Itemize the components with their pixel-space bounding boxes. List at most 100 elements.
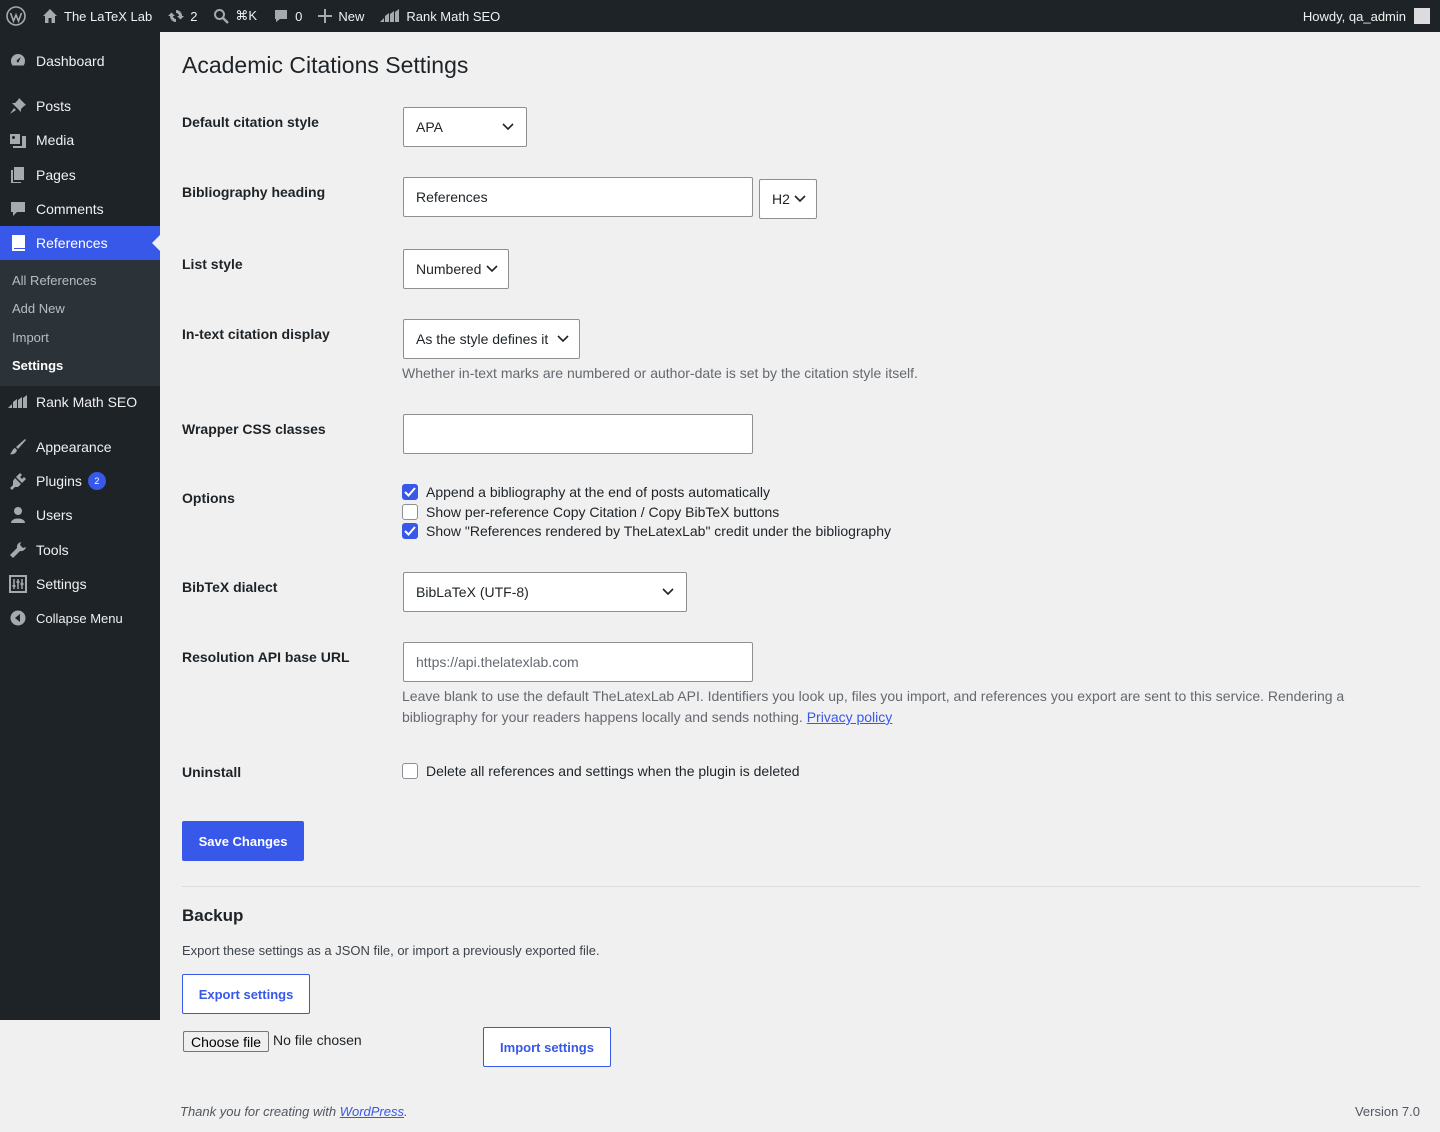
menu-label: Media [36,132,75,148]
checkbox-checked[interactable] [402,523,418,539]
options-label: Options [182,490,235,506]
menu-label: Dashboard [36,53,105,69]
my-account-link[interactable]: Howdy, qa_admin [1295,0,1440,32]
checkbox-checked[interactable] [402,484,418,500]
menu-item-plugins[interactable]: Plugins 2 [0,464,160,498]
comments-count: 0 [295,8,303,24]
save-changes-button[interactable]: Save Changes [182,821,304,861]
site-name-link[interactable]: The LaTeX Lab [34,0,160,32]
list-style-select[interactable]: Numbered [403,249,509,289]
new-content-link[interactable]: New [310,0,372,32]
bibtex-dialect-select[interactable]: BibLaTeX (UTF-8) [403,572,687,612]
choose-file-button[interactable]: Choose file [183,1031,270,1052]
site-name: The LaTeX Lab [64,8,153,24]
wordpress-logo-icon[interactable] [0,0,34,32]
wrapper-label: Wrapper CSS classes [182,421,326,437]
collapse-menu-button[interactable]: Collapse Menu [0,601,160,635]
bib-heading-input[interactable]: References [403,177,753,217]
submenu-import[interactable]: Import [12,330,49,345]
backup-description: Export these settings as a JSON file, or… [182,943,600,958]
menu-item-comments[interactable]: Comments [0,192,160,226]
menu-label: Appearance [36,439,112,455]
uninstall-delete-option[interactable]: Delete all references and settings when … [402,763,800,779]
menu-item-pages[interactable]: Pages [0,158,160,192]
avatar [1414,8,1430,24]
menu-item-media[interactable]: Media [0,123,160,157]
bibtex-value: BibLaTeX (UTF-8) [416,584,529,600]
privacy-policy-link[interactable]: Privacy policy [807,709,893,725]
menu-item-posts[interactable]: Posts [0,89,160,123]
menu-item-settings[interactable]: Settings [0,567,160,601]
references-submenu: All References Add New Import Settings [0,260,160,386]
menu-item-dashboard[interactable]: Dashboard [0,44,160,78]
wordpress-link[interactable]: WordPress [340,1104,404,1119]
chevron-down-icon [486,265,498,273]
plug-icon [10,473,26,490]
bib-heading-label: Bibliography heading [182,184,326,200]
wrapper-css-input[interactable] [403,414,753,454]
list-style-label: List style [182,256,243,272]
checkbox-unchecked[interactable] [402,504,418,520]
menu-label: Posts [36,98,72,114]
heading-level-select[interactable]: H2 [759,179,817,219]
settings-icon [9,575,27,593]
chevron-down-icon [794,195,806,203]
checkbox-unchecked[interactable] [402,763,418,779]
rankmath-link[interactable]: Rank Math SEO [372,0,508,32]
new-label: New [338,8,365,24]
intext-value: As the style defines it [416,331,549,347]
menu-item-users[interactable]: Users [0,498,160,532]
user-icon [11,507,25,523]
option-label: Append a bibliography at the end of post… [426,484,771,500]
api-url-label: Resolution API base URL [182,649,350,665]
chevron-down-icon [662,588,674,596]
option-label: Show "References rendered by TheLatexLab… [426,523,891,539]
comments-link[interactable]: 0 [265,0,310,32]
import-settings-button[interactable]: Import settings [483,1027,611,1067]
footer-thanks-text: Thank you for creating with [180,1104,337,1119]
chevron-down-icon [557,335,569,343]
admin-bar: The LaTeX Lab 2 ⌘K 0 New Rank Math SEO H… [0,0,1440,32]
menu-label: Pages [36,167,76,183]
option-label: Show per-reference Copy Citation / Copy … [426,504,780,520]
bibtex-label: BibTeX dialect [182,579,278,595]
menu-item-appearance[interactable]: Appearance [0,430,160,464]
media-icon [10,134,26,148]
citation-style-value: APA [416,119,443,135]
admin-menu: Dashboard Posts Media Pages Comments Ref… [0,32,160,1020]
comment-icon [275,10,288,22]
updates-icon [168,10,185,22]
option-copy-buttons[interactable]: Show per-reference Copy Citation / Copy … [402,504,779,520]
api-url-description: Leave blank to use the default TheLatexL… [402,686,1402,728]
menu-item-references[interactable]: References [0,226,160,260]
api-url-input[interactable]: https://api.thelatexlab.com [403,642,753,682]
updates-count: 2 [190,8,198,24]
option-append-bibliography[interactable]: Append a bibliography at the end of post… [402,484,770,500]
chevron-down-icon [502,123,514,131]
option-credit[interactable]: Show "References rendered by TheLatexLab… [402,523,891,539]
submenu-all-references[interactable]: All References [12,273,97,288]
export-settings-button[interactable]: Export settings [182,974,310,1014]
backup-title: Backup [182,906,244,925]
menu-item-tools[interactable]: Tools [0,533,160,567]
menu-label: Rank Math SEO [36,394,138,410]
intext-label: In-text citation display [182,326,330,342]
menu-item-rankmath[interactable]: Rank Math SEO [0,385,160,419]
updates-link[interactable]: 2 [160,0,205,32]
option-label: Delete all references and settings when … [426,763,800,779]
wrench-icon [10,542,26,558]
citation-style-label: Default citation style [182,114,319,130]
submenu-settings[interactable]: Settings [12,358,63,373]
list-style-value: Numbered [416,261,482,277]
menu-label: Users [36,507,73,523]
intext-select[interactable]: As the style defines it [403,319,580,359]
menu-label: References [36,235,108,251]
heading-level-value: H2 [772,191,790,207]
submenu-add-new[interactable]: Add New [12,301,65,316]
citation-style-select[interactable]: APA [403,107,527,147]
search-link[interactable]: ⌘K [205,0,265,32]
checkmark-icon [404,487,416,497]
rankmath-icon [380,9,400,22]
api-desc-line1: Leave blank to use the default TheLatexL… [402,688,1345,704]
menu-label: Settings [36,576,87,592]
